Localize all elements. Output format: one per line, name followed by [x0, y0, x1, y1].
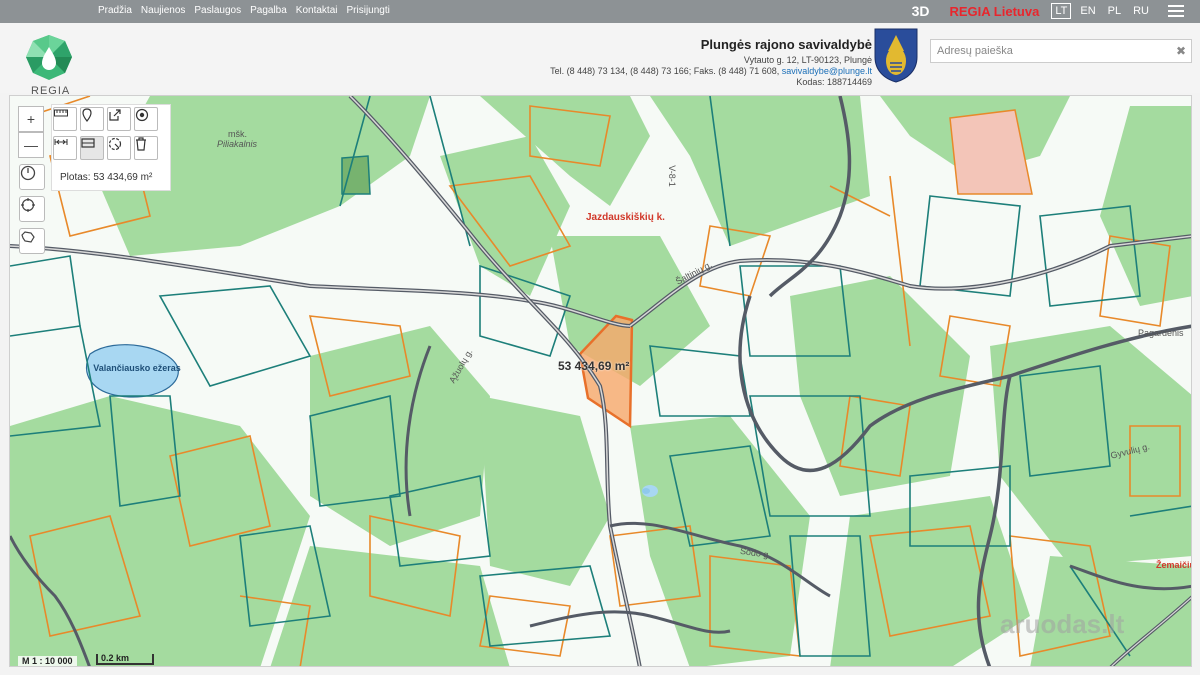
road-label-zemaitiju: Žemaičių	[1156, 560, 1192, 570]
hatched-parcel-w	[341, 155, 371, 195]
locate-button[interactable]	[19, 196, 45, 222]
pin-icon	[82, 108, 92, 122]
compass-button[interactable]	[19, 164, 45, 190]
radius-icon	[108, 137, 122, 151]
municipality-title: Plungės rajono savivaldybė	[700, 37, 872, 52]
3d-button[interactable]: 3D	[912, 3, 930, 19]
trash-icon	[136, 137, 146, 151]
region-button[interactable]	[19, 228, 45, 254]
nav-item-help[interactable]: Pagalba	[250, 5, 287, 16]
area-icon	[81, 138, 95, 148]
delete-measure-button[interactable]	[134, 136, 158, 160]
watermark: aruodas.lt	[1000, 609, 1125, 639]
measure-radius-button[interactable]	[107, 136, 131, 160]
scale-bar: 0.2 km	[96, 654, 154, 665]
ruler-icon	[54, 109, 68, 117]
nav-item-services[interactable]: Paslaugos	[194, 5, 241, 16]
nav-item-login[interactable]: Prisijungti	[347, 5, 390, 16]
hill-label: Piliakalnis	[217, 139, 258, 149]
lake-label: Valančiausko ežeras	[93, 363, 181, 373]
nav-item-contacts[interactable]: Kontaktai	[296, 5, 338, 16]
export-icon	[109, 109, 121, 121]
zoom-out-button[interactable]: —	[18, 132, 44, 158]
region-icon	[21, 231, 35, 243]
regia-logo-icon[interactable]	[24, 33, 74, 83]
compass-icon	[20, 165, 36, 181]
hamburger-menu-icon[interactable]	[1168, 5, 1184, 17]
lang-en[interactable]: EN	[1077, 4, 1098, 18]
email-link[interactable]: savivaldybe@plunge.lt	[782, 66, 872, 76]
header: REGIA Plungės rajono savivaldybė Vytauto…	[0, 23, 1200, 97]
search-placeholder: Adresų paieška	[937, 45, 1013, 57]
phone-text: Tel. (8 448) 73 134, (8 448) 73 166; Fak…	[550, 66, 780, 76]
nav-item-home[interactable]: Pradžia	[98, 5, 132, 16]
export-button[interactable]	[107, 107, 131, 131]
zoom-in-button[interactable]: +	[18, 106, 44, 132]
code-text: Kodas: 188714469	[796, 77, 872, 87]
village-label: Jazdauskiškių k.	[586, 212, 665, 223]
municipality-info: Vytauto g. 12, LT-90123, Plungė Tel. (8 …	[550, 55, 872, 88]
road-label-pagardenis: Pagardenis	[1138, 328, 1184, 338]
target-icon	[135, 108, 149, 122]
place-marker-button[interactable]	[80, 107, 104, 131]
nav-right: 3D REGIA Lietuva LT EN PL RU	[912, 3, 1184, 19]
top-nav-bar: Pradžia Naujienos Paslaugos Pagalba Kont…	[0, 0, 1200, 23]
point-button[interactable]	[134, 107, 158, 131]
lang-lt[interactable]: LT	[1051, 3, 1072, 19]
regia-lietuva-link[interactable]: REGIA Lietuva	[950, 4, 1040, 19]
scale-ratio: M 1 : 10 000	[18, 656, 77, 666]
measure-distance-button[interactable]	[53, 136, 77, 160]
coat-of-arms-icon	[874, 28, 918, 83]
main-nav: Pradžia Naujienos Paslaugos Pagalba Kont…	[98, 5, 390, 16]
map-view[interactable]: mšk. Piliakalnis Jazdauskiškių k. Valanč…	[9, 95, 1192, 667]
area-readout: Plotas: 53 434,69 m²	[60, 172, 153, 183]
map-canvas[interactable]	[10, 96, 1192, 667]
measure-line-button[interactable]	[53, 107, 77, 131]
lang-ru[interactable]: RU	[1130, 4, 1152, 18]
clear-search-icon[interactable]: ✖	[1176, 44, 1186, 58]
crosshair-icon	[21, 198, 35, 212]
measure-area-button[interactable]	[80, 136, 104, 160]
lang-pl[interactable]: PL	[1105, 4, 1124, 18]
distance-icon	[54, 139, 68, 145]
address-search-input[interactable]: Adresų paieška ✖	[930, 39, 1192, 63]
road-label-v: V-8-1	[666, 165, 677, 187]
nav-item-news[interactable]: Naujienos	[141, 5, 185, 16]
polygon-area-label: 53 434,69 m²	[558, 359, 630, 373]
address-text: Vytauto g. 12, LT-90123, Plungė	[743, 55, 872, 65]
forest-label: mšk.	[228, 129, 247, 139]
